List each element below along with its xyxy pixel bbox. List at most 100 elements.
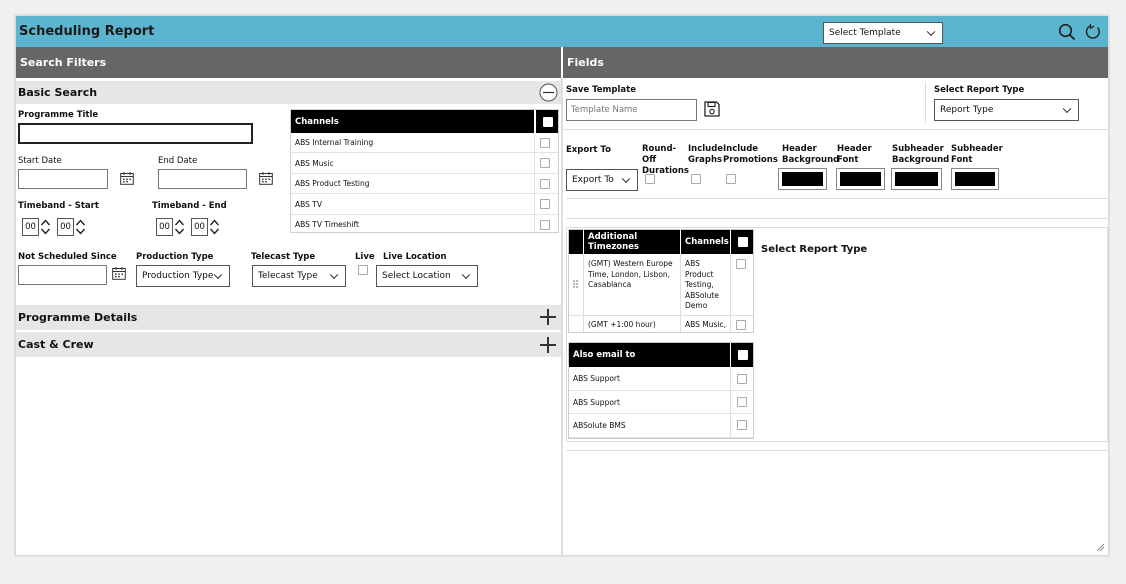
channel-row[interactable]: ABS TV Timeshift bbox=[291, 215, 558, 232]
live-location-dropdown[interactable]: Select Location bbox=[376, 265, 478, 287]
select-report-type-message: Select Report Type bbox=[761, 244, 868, 255]
email-checkbox[interactable] bbox=[737, 374, 747, 384]
template-name-input[interactable] bbox=[566, 99, 697, 121]
fields-header: Fields bbox=[563, 47, 1108, 78]
programme-details-header[interactable]: Programme Details bbox=[16, 305, 561, 330]
save-icon[interactable] bbox=[704, 101, 720, 117]
calendar-icon[interactable] bbox=[112, 267, 126, 280]
end-date-input[interactable] bbox=[158, 169, 247, 189]
subheader-background-color[interactable] bbox=[891, 168, 942, 190]
expand-icon[interactable] bbox=[540, 337, 556, 353]
cast-crew-header[interactable]: Cast & Crew bbox=[16, 332, 561, 357]
select-template-value: Select Template bbox=[829, 28, 901, 38]
channel-row[interactable]: ABS Music bbox=[291, 153, 558, 174]
email-checkbox[interactable] bbox=[737, 397, 747, 407]
timeband-end-label: Timeband - End bbox=[152, 201, 227, 211]
drag-handle-icon[interactable] bbox=[572, 279, 579, 289]
live-checkbox[interactable] bbox=[358, 265, 368, 275]
chevron-down-icon bbox=[329, 270, 339, 280]
live-label: Live bbox=[355, 252, 375, 262]
channel-checkbox[interactable] bbox=[540, 138, 550, 148]
timeband-start-label: Timeband - Start bbox=[18, 201, 99, 211]
not-scheduled-label: Not Scheduled Since bbox=[18, 252, 117, 262]
timeband-end-minute[interactable]: 00 bbox=[191, 218, 208, 236]
stepper-arrows-icon[interactable] bbox=[75, 218, 86, 236]
tz-channels: ABS Product Testing, ABSolute Demo bbox=[685, 259, 719, 310]
cast-crew-label: Cast & Crew bbox=[18, 338, 94, 351]
divider bbox=[563, 129, 1108, 130]
select-all-checkbox[interactable] bbox=[738, 350, 748, 360]
export-to-label: Export To bbox=[566, 145, 611, 155]
include-graphs-checkbox[interactable] bbox=[691, 174, 701, 184]
programme-details-label: Programme Details bbox=[18, 311, 138, 324]
round-off-checkbox[interactable] bbox=[645, 174, 655, 184]
timeband-end-hour[interactable]: 00 bbox=[156, 218, 173, 236]
panel-divider bbox=[561, 78, 563, 556]
channel-row[interactable]: ABS TV bbox=[291, 194, 558, 215]
timeband-start-hour[interactable]: 00 bbox=[22, 218, 39, 236]
subheader-background-label: Subheader Background bbox=[892, 144, 950, 165]
email-header: Also email to bbox=[569, 343, 730, 367]
telecast-type-label: Telecast Type bbox=[251, 252, 316, 262]
expand-icon[interactable] bbox=[540, 309, 556, 325]
timeband-start-minute[interactable]: 00 bbox=[57, 218, 74, 236]
subheader-font-color[interactable] bbox=[951, 168, 999, 190]
programme-title-input[interactable] bbox=[18, 123, 253, 144]
channel-name: ABS TV bbox=[295, 199, 323, 209]
include-promotions-checkbox[interactable] bbox=[726, 174, 736, 184]
timezones-header: Additional Timezones bbox=[584, 230, 680, 254]
page-title: Scheduling Report bbox=[19, 24, 155, 39]
resize-handle-icon[interactable] bbox=[1097, 544, 1104, 551]
header-font-color[interactable] bbox=[836, 168, 885, 190]
header-background-color[interactable] bbox=[778, 168, 827, 190]
tz-select-all[interactable] bbox=[731, 230, 753, 254]
calendar-icon[interactable] bbox=[259, 172, 273, 185]
tz-row-checkbox[interactable] bbox=[736, 320, 746, 330]
channel-name: ABS Music bbox=[295, 158, 334, 168]
channel-checkbox[interactable] bbox=[540, 199, 550, 209]
tz-channels-header: Channels bbox=[681, 230, 730, 254]
tz-row-checkbox[interactable] bbox=[736, 259, 746, 269]
select-all-checkbox[interactable] bbox=[543, 116, 553, 127]
channel-checkbox[interactable] bbox=[540, 220, 550, 230]
channel-checkbox[interactable] bbox=[540, 158, 550, 168]
tz-name: (GMT) Western Europe Time, London, Lisbo… bbox=[588, 259, 673, 289]
select-all-checkbox[interactable] bbox=[738, 237, 748, 247]
start-date-input[interactable] bbox=[18, 169, 108, 189]
stepper-arrows-icon[interactable] bbox=[174, 218, 185, 236]
divider bbox=[566, 450, 1108, 451]
collapse-icon[interactable] bbox=[539, 83, 558, 102]
not-scheduled-input[interactable] bbox=[18, 265, 107, 285]
email-row[interactable]: ABS Support bbox=[569, 391, 753, 414]
basic-search-header[interactable]: Basic Search bbox=[16, 81, 561, 104]
channel-name: ABS Product Testing bbox=[295, 179, 370, 188]
stepper-arrows-icon[interactable] bbox=[209, 218, 220, 236]
report-type-dropdown[interactable]: Report Type bbox=[934, 99, 1079, 121]
include-graphs-label: Include Graphs bbox=[688, 144, 724, 165]
report-type-value: Report Type bbox=[940, 105, 994, 115]
email-row[interactable]: ABSolute BMS bbox=[569, 414, 753, 438]
production-type-dropdown[interactable]: Production Type bbox=[136, 265, 230, 287]
title-bar bbox=[16, 16, 1108, 47]
email-select-all[interactable] bbox=[731, 343, 753, 367]
live-location-value: Select Location bbox=[382, 271, 451, 281]
subheader-font-label: Subheader Font bbox=[951, 144, 1003, 165]
stepper-arrows-icon[interactable] bbox=[40, 218, 51, 236]
channel-checkbox[interactable] bbox=[540, 179, 550, 189]
save-template-label: Save Template bbox=[566, 85, 636, 95]
chevron-down-icon bbox=[461, 270, 471, 280]
telecast-type-dropdown[interactable]: Telecast Type bbox=[252, 265, 346, 287]
channels-select-all[interactable] bbox=[536, 110, 558, 133]
email-checkbox[interactable] bbox=[737, 420, 747, 430]
channel-row[interactable]: ABS Internal Training bbox=[291, 133, 558, 153]
email-row[interactable]: ABS Support bbox=[569, 367, 753, 391]
tz-channels: ABS Music, bbox=[685, 320, 727, 329]
channel-row[interactable]: ABS Product Testing bbox=[291, 174, 558, 194]
search-icon[interactable] bbox=[1058, 23, 1076, 41]
select-template-dropdown[interactable]: Select Template bbox=[823, 22, 943, 44]
programme-title-label: Programme Title bbox=[18, 110, 99, 120]
calendar-icon[interactable] bbox=[120, 172, 134, 185]
export-to-dropdown[interactable]: Export To bbox=[566, 169, 638, 191]
refresh-icon[interactable] bbox=[1084, 23, 1102, 41]
telecast-type-value: Telecast Type bbox=[258, 271, 318, 281]
